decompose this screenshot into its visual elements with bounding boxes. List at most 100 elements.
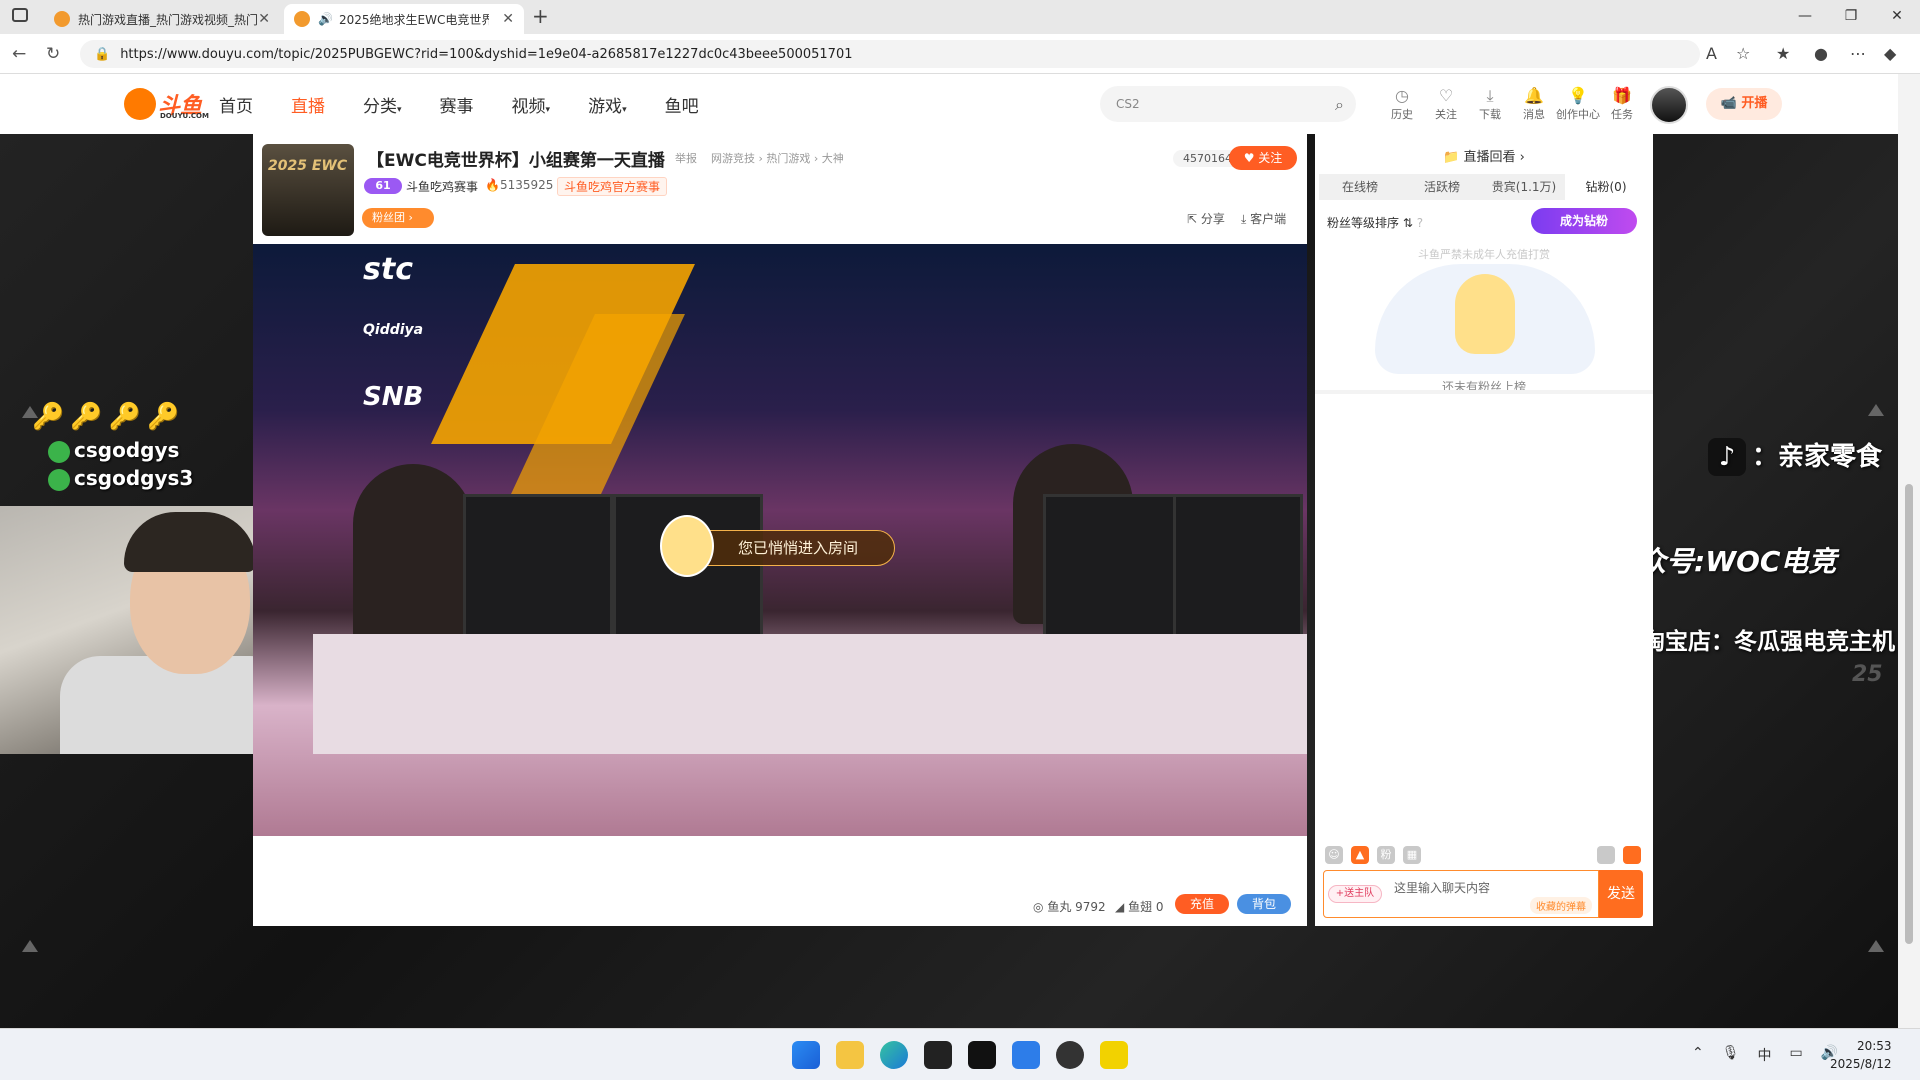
tab-vip[interactable]: 贵宾(1.1万) [1483,174,1565,200]
nav-category[interactable]: 分类▾ [363,92,402,117]
fan-icon[interactable]: 粉 [1377,846,1395,864]
speaker-icon[interactable]: 🔊 [318,12,333,26]
windows-taskbar: ⌃ 🎙 中 ▭ 🔊 20:53 2025/8/12 [0,1028,1920,1080]
toast-text: 您已悄悄进入房间 [738,539,859,557]
avatar[interactable] [1650,86,1688,124]
triangle-icon [22,940,38,952]
breadcrumb[interactable]: 网游竞技 › 热门游戏 › 大神 [711,150,844,166]
follow-button[interactable]: ♥ 关注 [1229,146,1297,170]
chat-input[interactable]: +送主队 这里输入聊天内容 收藏的弹幕 [1323,870,1599,918]
share-button[interactable]: ⇱ 分享 [1187,210,1225,227]
nav-home[interactable]: 首页 [219,92,253,117]
edge-icon[interactable] [880,1041,908,1069]
client-button[interactable]: ⤓ 客户端 [1241,210,1286,227]
collected-barrage-button[interactable]: 收藏的弹幕 [1530,897,1592,914]
copilot-icon[interactable]: ◆ [1884,44,1896,63]
tab-close-icon[interactable]: ✕ [258,11,270,27]
tab-online-rank[interactable]: 在线榜 [1319,174,1401,200]
fan-level-sort[interactable]: 粉丝等级排序 ⇅ ? [1327,214,1423,231]
ime-indicator[interactable]: 中 [1758,1045,1772,1065]
music-app-icon[interactable] [1100,1041,1128,1069]
tab-close-icon[interactable]: ✕ [502,11,514,27]
tasks-label: 任务 [1611,108,1633,121]
z-app-icon[interactable] [968,1041,996,1069]
send-to-team-tag[interactable]: +送主队 [1328,885,1382,903]
replay-link[interactable]: 📁 直播回看 › [1315,146,1653,165]
refresh-icon[interactable]: ↻ [46,44,60,64]
wechat-id: csgodgys3 [74,466,194,490]
key-icon: 🔑 [147,402,186,432]
chat-app-icon[interactable] [1012,1041,1040,1069]
client-label: 客户端 [1250,212,1287,226]
network-icon[interactable]: ▭ [1790,1045,1803,1065]
chat-messages[interactable] [1315,390,1653,840]
logo-sub: DOUYU.COM [160,112,209,120]
browser-tab-1[interactable]: 热门游戏直播_热门游戏视频_热门 ✕ [44,4,280,34]
start-stream-button[interactable]: 📹 开播 [1706,88,1782,120]
report-link[interactable]: 举报 [675,150,697,166]
more-icon[interactable]: ⋯ [1850,44,1866,63]
download-button[interactable]: ⤓ 下载 [1468,86,1512,122]
lock-icon[interactable]: 🔒 [94,47,110,62]
share-label: 分享 [1200,212,1225,226]
url-input[interactable]: 🔒 https://www.douyu.com/topic/2025PUBGEW… [80,40,1700,68]
recharge-button[interactable]: 充值 [1175,894,1229,914]
scroll-thumb[interactable] [1905,484,1913,944]
tab-active-rank[interactable]: 活跃榜 [1401,174,1483,200]
start-icon[interactable] [792,1041,820,1069]
profile-icon[interactable]: ● [1814,44,1828,63]
backpack-button[interactable]: 背包 [1237,894,1291,914]
minimize-button[interactable]: — [1782,0,1828,34]
gift-effect-icon[interactable] [1623,846,1641,864]
nav-fishbar[interactable]: 鱼吧 [665,92,699,117]
room-thumbnail[interactable]: 2025 EWC [262,144,354,236]
restore-button[interactable]: ❐ [1828,0,1874,34]
history-button[interactable]: ◷ 历史 [1380,86,1424,122]
become-diamond-fan-button[interactable]: 成为钻粉 [1531,208,1637,234]
close-window-button[interactable]: ✕ [1874,0,1920,34]
douyu-logo[interactable]: 斗鱼 DOUYU.COM [124,88,209,120]
favorite-star-icon[interactable]: ☆ [1736,44,1750,63]
tasks-button[interactable]: 🎁 任务 [1600,86,1644,122]
fan-club-button[interactable]: 粉丝团 › [362,208,434,228]
anchor-name[interactable]: 斗鱼吃鸡赛事 [406,178,478,195]
nav-events[interactable]: 赛事 [440,92,474,117]
download-label: 下载 [1479,108,1501,121]
tab-actions-icon[interactable] [12,8,28,22]
emoji-icon[interactable]: ☺ [1325,846,1343,864]
video-player[interactable]: stc Qiddiya SNB 您已悄悄进入房间 [253,244,1307,836]
send-button[interactable]: 发送 [1599,870,1643,918]
cart-icon[interactable]: ▦ [1403,846,1421,864]
browser-tab-2[interactable]: 🔊 2025绝地求生EWC电竞世界 ✕ [284,4,524,34]
main-nav: 首页 直播 分类▾ 赛事 视频▾ 游戏▾ 鱼吧 [219,92,737,117]
obs-icon[interactable] [1056,1041,1084,1069]
tiktok-promo: ♪ ：亲家零食 [1708,436,1882,476]
creator-center-button[interactable]: 💡 创作中心 [1556,86,1600,122]
file-explorer-icon[interactable] [836,1041,864,1069]
page-scrollbar[interactable] [1898,74,1920,1028]
search-input[interactable]: CS2 ⌕ [1100,86,1356,122]
search-icon[interactable]: ⌕ [1335,95,1344,115]
help-icon[interactable]: ? [1417,216,1423,230]
messages-button[interactable]: 🔔 消息 [1512,86,1556,122]
follow-list-button[interactable]: ♡ 关注 [1424,86,1468,122]
filter-icon[interactable] [1597,846,1615,864]
mascot-girl [1455,274,1515,354]
tab-diamond-fans[interactable]: 钻粉(0) [1565,174,1647,200]
heart-icon: ♥ [1243,151,1255,165]
nav-live[interactable]: 直播 [291,92,325,117]
nav-games[interactable]: 游戏▾ [588,92,627,117]
read-aloud-icon[interactable]: A [1706,44,1717,63]
official-event-tag[interactable]: 斗鱼吃鸡官方赛事 [557,177,668,196]
new-tab-button[interactable]: + [532,4,549,28]
microphone-icon[interactable]: 🎙 [1722,1045,1740,1065]
nav-video[interactable]: 视频▾ [512,92,551,117]
camera-icon: 📹 [1720,96,1737,111]
badge-icon[interactable]: ▲ [1351,846,1369,864]
capcut-icon[interactable] [924,1041,952,1069]
download-icon: ⤓ [1241,212,1247,226]
taskbar-clock[interactable]: 20:53 2025/8/12 [1830,1037,1892,1073]
favorites-icon[interactable]: ★ [1776,44,1790,63]
chevron-up-icon[interactable]: ⌃ [1692,1045,1704,1065]
back-icon[interactable]: ← [12,44,26,64]
